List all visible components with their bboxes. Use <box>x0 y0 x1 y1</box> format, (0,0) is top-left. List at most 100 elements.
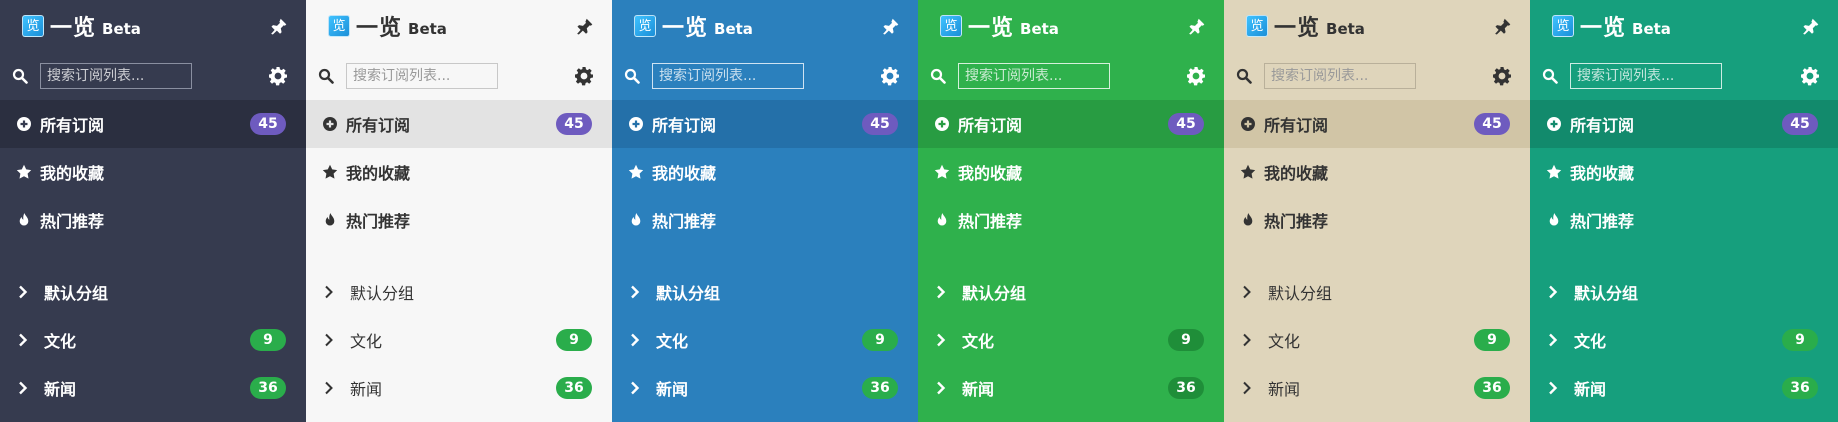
nav-all-subscriptions[interactable]: 所有订阅 45 <box>306 100 612 148</box>
nav-label: 我的收藏 <box>1570 164 1635 183</box>
nav-all-subscriptions[interactable]: 所有订阅 45 <box>1224 100 1530 148</box>
nav-label: 所有订阅 <box>1264 116 1329 135</box>
group-default[interactable]: 默认分组 <box>306 268 612 316</box>
chevron-right-icon <box>628 285 642 299</box>
chevron-right-icon <box>1546 381 1560 395</box>
group-default[interactable]: 默认分组 <box>918 268 1224 316</box>
group-culture[interactable]: 文化 9 <box>1224 316 1530 364</box>
nav-favorites[interactable]: 我的收藏 <box>612 148 918 196</box>
search-input[interactable] <box>1570 63 1722 89</box>
chevron-right-icon <box>934 333 948 347</box>
star-icon <box>934 164 950 180</box>
search-input[interactable] <box>652 63 804 89</box>
fire-icon <box>322 212 338 228</box>
group-culture[interactable]: 文化 9 <box>0 316 306 364</box>
nav-favorites[interactable]: 我的收藏 <box>1530 148 1838 196</box>
count-badge: 45 <box>1782 113 1818 135</box>
nav-all-subscriptions[interactable]: 所有订阅 45 <box>612 100 918 148</box>
app-logo: 览 <box>1552 15 1574 37</box>
search-input[interactable] <box>346 63 498 89</box>
search-icon <box>318 68 334 84</box>
group-default[interactable]: 默认分组 <box>612 268 918 316</box>
gear-icon[interactable] <box>268 66 288 86</box>
group-culture[interactable]: 文化 9 <box>918 316 1224 364</box>
gear-icon[interactable] <box>1800 66 1820 86</box>
nav-label: 所有订阅 <box>40 116 105 135</box>
group-news[interactable]: 新闻 36 <box>306 364 612 412</box>
nav-favorites[interactable]: 我的收藏 <box>0 148 306 196</box>
group-culture[interactable]: 文化 9 <box>612 316 918 364</box>
gear-icon[interactable] <box>880 66 900 86</box>
search-input[interactable] <box>1264 63 1416 89</box>
sidebar-theme-blue: 览 一览 Beta 所有订阅 45 我的收藏 热门推荐 <box>612 0 918 422</box>
nav-label: 我的收藏 <box>40 164 105 183</box>
pin-icon[interactable] <box>270 17 288 35</box>
group-label: 文化 <box>44 332 77 351</box>
gear-icon[interactable] <box>1492 66 1512 86</box>
chevron-right-icon <box>1240 285 1254 299</box>
count-badge: 36 <box>1782 377 1818 399</box>
gear-icon[interactable] <box>1186 66 1206 86</box>
app-name: 一览 <box>1274 16 1321 41</box>
sidebar-header: 览 一览 Beta <box>1224 0 1530 52</box>
star-icon <box>1240 164 1256 180</box>
search-row <box>0 52 306 100</box>
nav-label: 我的收藏 <box>958 164 1023 183</box>
chevron-right-icon <box>1240 333 1254 347</box>
gear-icon[interactable] <box>574 66 594 86</box>
count-badge: 36 <box>250 377 286 399</box>
nav-all-subscriptions[interactable]: 所有订阅 45 <box>918 100 1224 148</box>
group-culture[interactable]: 文化 9 <box>1530 316 1838 364</box>
search-input[interactable] <box>40 63 192 89</box>
chevron-right-icon <box>628 333 642 347</box>
nav-hot[interactable]: 热门推荐 <box>1530 196 1838 244</box>
app-logo: 览 <box>328 15 350 37</box>
group-label: 文化 <box>962 332 995 351</box>
fire-icon <box>628 212 644 228</box>
nav-favorites[interactable]: 我的收藏 <box>1224 148 1530 196</box>
group-news[interactable]: 新闻 36 <box>1224 364 1530 412</box>
pin-icon[interactable] <box>1188 17 1206 35</box>
search-icon <box>930 68 946 84</box>
group-default[interactable]: 默认分组 <box>1530 268 1838 316</box>
chevron-right-icon <box>934 285 948 299</box>
nav-hot[interactable]: 热门推荐 <box>306 196 612 244</box>
group-news[interactable]: 新闻 36 <box>0 364 306 412</box>
nav-hot[interactable]: 热门推荐 <box>0 196 306 244</box>
group-default[interactable]: 默认分组 <box>1224 268 1530 316</box>
search-input[interactable] <box>958 63 1110 89</box>
pin-icon[interactable] <box>576 17 594 35</box>
plus-circle-icon <box>934 116 950 132</box>
nav-label: 所有订阅 <box>958 116 1023 135</box>
search-row <box>1530 52 1838 100</box>
search-icon <box>12 68 28 84</box>
app-name: 一览 <box>968 16 1015 41</box>
group-label: 默认分组 <box>962 284 1027 303</box>
nav-hot[interactable]: 热门推荐 <box>612 196 918 244</box>
group-news[interactable]: 新闻 36 <box>612 364 918 412</box>
group-label: 新闻 <box>1574 380 1607 399</box>
nav-hot[interactable]: 热门推荐 <box>918 196 1224 244</box>
pin-icon[interactable] <box>882 17 900 35</box>
group-label: 默认分组 <box>44 284 109 303</box>
chevron-right-icon <box>16 333 30 347</box>
nav-favorites[interactable]: 我的收藏 <box>918 148 1224 196</box>
beta-label: Beta <box>1326 19 1365 38</box>
theme-strip: 览 一览 Beta 所有订阅 45 我的收藏 热门推荐 <box>0 0 1838 422</box>
group-default[interactable]: 默认分组 <box>0 268 306 316</box>
group-label: 默认分组 <box>656 284 721 303</box>
nav-label: 我的收藏 <box>346 164 411 183</box>
pin-icon[interactable] <box>1494 17 1512 35</box>
pin-icon[interactable] <box>1802 17 1820 35</box>
group-culture[interactable]: 文化 9 <box>306 316 612 364</box>
count-badge: 45 <box>1168 113 1204 135</box>
sidebar-header: 览 一览 Beta <box>918 0 1224 52</box>
nav-favorites[interactable]: 我的收藏 <box>306 148 612 196</box>
group-news[interactable]: 新闻 36 <box>1530 364 1838 412</box>
nav-hot[interactable]: 热门推荐 <box>1224 196 1530 244</box>
nav-all-subscriptions[interactable]: 所有订阅 45 <box>0 100 306 148</box>
group-news[interactable]: 新闻 36 <box>918 364 1224 412</box>
nav-all-subscriptions[interactable]: 所有订阅 45 <box>1530 100 1838 148</box>
star-icon <box>16 164 32 180</box>
